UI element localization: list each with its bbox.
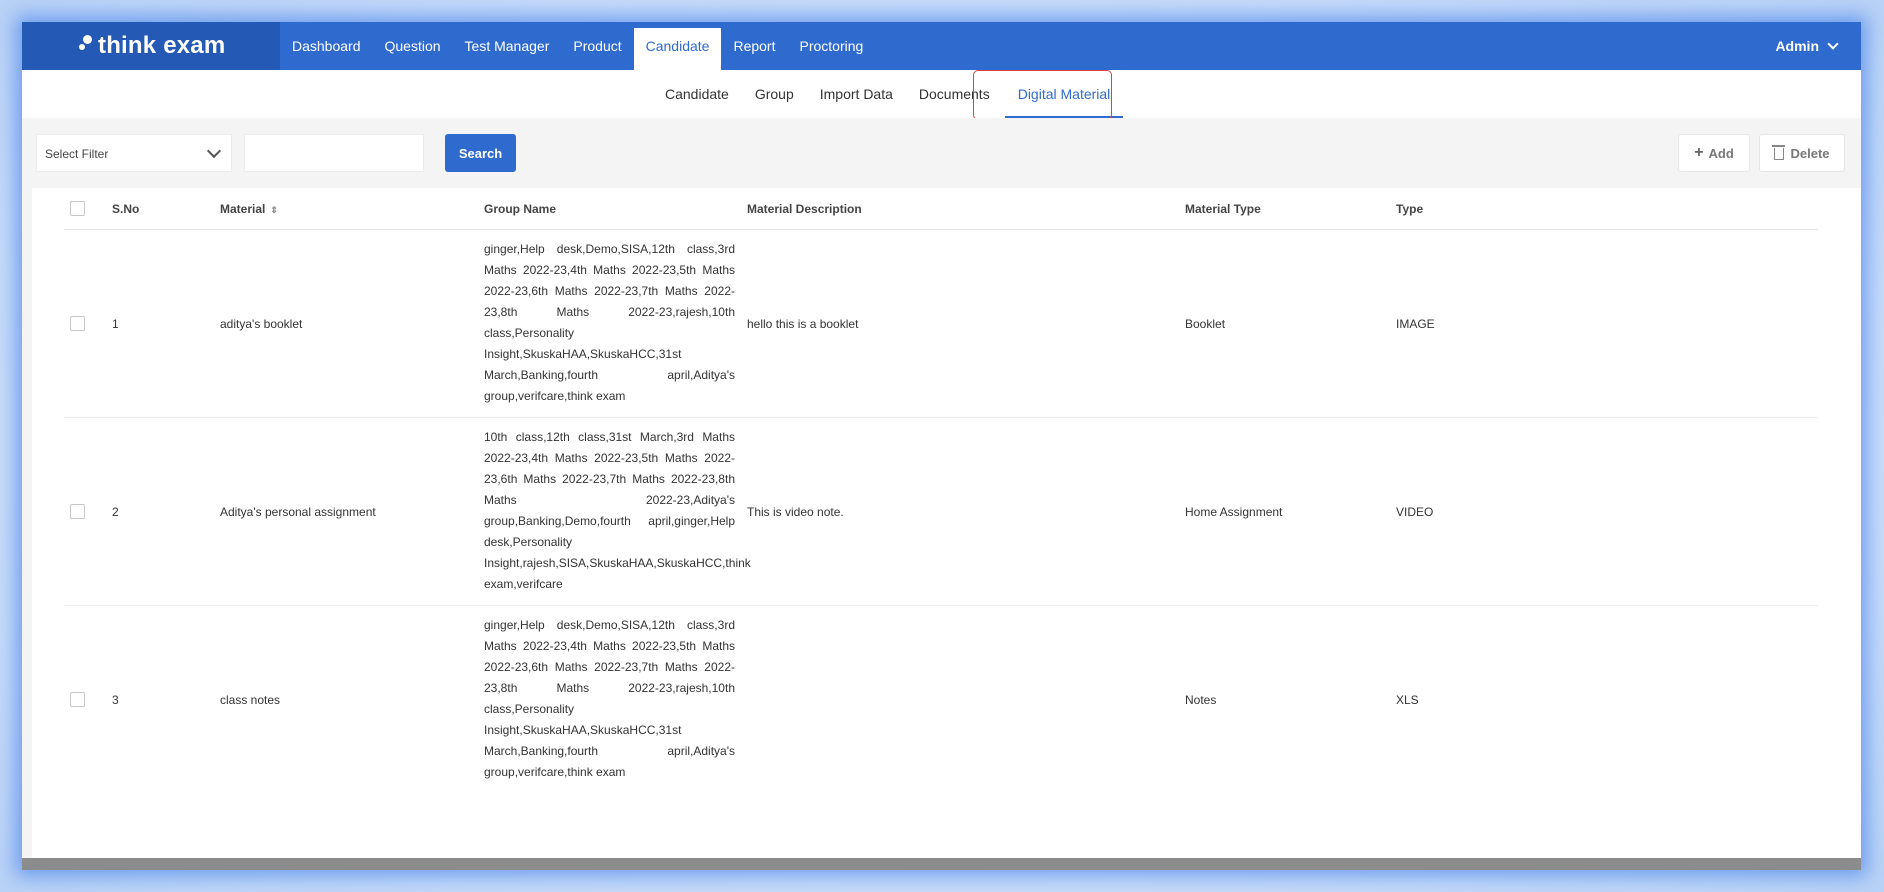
search-button[interactable]: Search bbox=[445, 134, 516, 172]
row-checkbox[interactable] bbox=[70, 504, 85, 519]
header-material[interactable]: Material ⇕ bbox=[220, 202, 278, 216]
tab-import-data[interactable]: Import Data bbox=[807, 70, 906, 118]
chevron-down-icon bbox=[1827, 38, 1839, 50]
tab-documents[interactable]: Documents bbox=[906, 70, 1003, 118]
header-material-label: Material bbox=[220, 202, 266, 216]
table-row[interactable]: 1 aditya's booklet ginger,Help desk,Demo… bbox=[64, 230, 1818, 418]
delete-button[interactable]: Delete bbox=[1759, 134, 1845, 172]
table-row[interactable]: 2 Aditya's personal assignment 10th clas… bbox=[64, 418, 1818, 606]
app-window: think exam Dashboard Question Test Manag… bbox=[22, 22, 1861, 870]
row-material-type: Home Assignment bbox=[1185, 505, 1283, 519]
table-header: S.No Material ⇕ Group Name Material Descr… bbox=[64, 188, 1818, 230]
horizontal-scrollbar[interactable] bbox=[22, 858, 1861, 870]
row-type: IMAGE bbox=[1396, 317, 1435, 331]
row-description: This is video note. bbox=[747, 505, 844, 519]
main-nav: Dashboard Question Test Manager Product … bbox=[280, 22, 875, 70]
nav-question[interactable]: Question bbox=[373, 22, 453, 70]
row-type: XLS bbox=[1396, 693, 1419, 707]
row-sno: 2 bbox=[112, 505, 119, 519]
nav-product[interactable]: Product bbox=[561, 22, 633, 70]
row-group: ginger,Help desk,Demo,SISA,12th class,3r… bbox=[484, 242, 735, 403]
tab-group[interactable]: Group bbox=[742, 70, 807, 118]
header-material-type: Material Type bbox=[1185, 202, 1261, 216]
row-sno: 3 bbox=[112, 693, 119, 707]
header-type: Type bbox=[1396, 202, 1424, 216]
row-material-type: Notes bbox=[1185, 693, 1217, 707]
materials-table: S.No Material ⇕ Group Name Material Descr… bbox=[64, 188, 1818, 794]
nav-dashboard[interactable]: Dashboard bbox=[280, 22, 373, 70]
filter-bar: Select Filter Search + Add Delete bbox=[32, 118, 1861, 188]
top-navbar: think exam Dashboard Question Test Manag… bbox=[22, 22, 1861, 70]
nav-test-manager[interactable]: Test Manager bbox=[453, 22, 562, 70]
delete-button-label: Delete bbox=[1790, 145, 1830, 161]
row-material: aditya's booklet bbox=[220, 317, 303, 331]
row-description: hello this is a booklet bbox=[747, 317, 859, 331]
nav-candidate[interactable]: Candidate bbox=[633, 28, 722, 70]
logo[interactable]: think exam bbox=[22, 22, 280, 70]
filter-select-label: Select Filter bbox=[45, 147, 109, 161]
plus-icon: + bbox=[1694, 144, 1704, 161]
row-material-type: Booklet bbox=[1185, 317, 1226, 331]
filter-select[interactable]: Select Filter bbox=[36, 134, 232, 172]
sort-icon[interactable]: ⇕ bbox=[270, 205, 278, 216]
tab-candidate[interactable]: Candidate bbox=[652, 70, 742, 118]
row-material: class notes bbox=[220, 693, 281, 707]
user-name: Admin bbox=[1775, 38, 1819, 54]
nav-report[interactable]: Report bbox=[721, 22, 787, 70]
tab-digital-material[interactable]: Digital Material bbox=[1004, 70, 1124, 118]
row-material: Aditya's personal assignment bbox=[220, 505, 376, 519]
row-type: VIDEO bbox=[1396, 505, 1434, 519]
row-group: ginger,Help desk,Demo,SISA,12th class,3r… bbox=[484, 618, 735, 779]
nav-proctoring[interactable]: Proctoring bbox=[787, 22, 875, 70]
header-group: Group Name bbox=[484, 202, 557, 216]
header-description: Material Description bbox=[747, 202, 862, 216]
left-edge bbox=[22, 70, 32, 860]
user-menu[interactable]: Admin bbox=[1775, 22, 1839, 70]
table-row[interactable]: 3 class notes ginger,Help desk,Demo,SISA… bbox=[64, 606, 1818, 794]
trash-icon bbox=[1772, 145, 1786, 160]
search-input[interactable] bbox=[244, 134, 424, 172]
header-sno: S.No bbox=[112, 202, 140, 216]
select-all-checkbox[interactable] bbox=[70, 201, 85, 216]
sub-nav: Candidate Group Import Data Documents Di… bbox=[22, 70, 1861, 118]
row-sno: 1 bbox=[112, 317, 119, 331]
chevron-down-icon bbox=[206, 143, 222, 159]
row-checkbox[interactable] bbox=[70, 692, 85, 707]
row-checkbox[interactable] bbox=[70, 316, 85, 331]
logo-icon bbox=[78, 34, 94, 58]
logo-text: think exam bbox=[98, 32, 226, 59]
add-button-label: Add bbox=[1708, 145, 1734, 161]
row-group: 10th class,12th class,31st March,3rd Mat… bbox=[484, 430, 751, 591]
add-button[interactable]: + Add bbox=[1678, 134, 1750, 172]
